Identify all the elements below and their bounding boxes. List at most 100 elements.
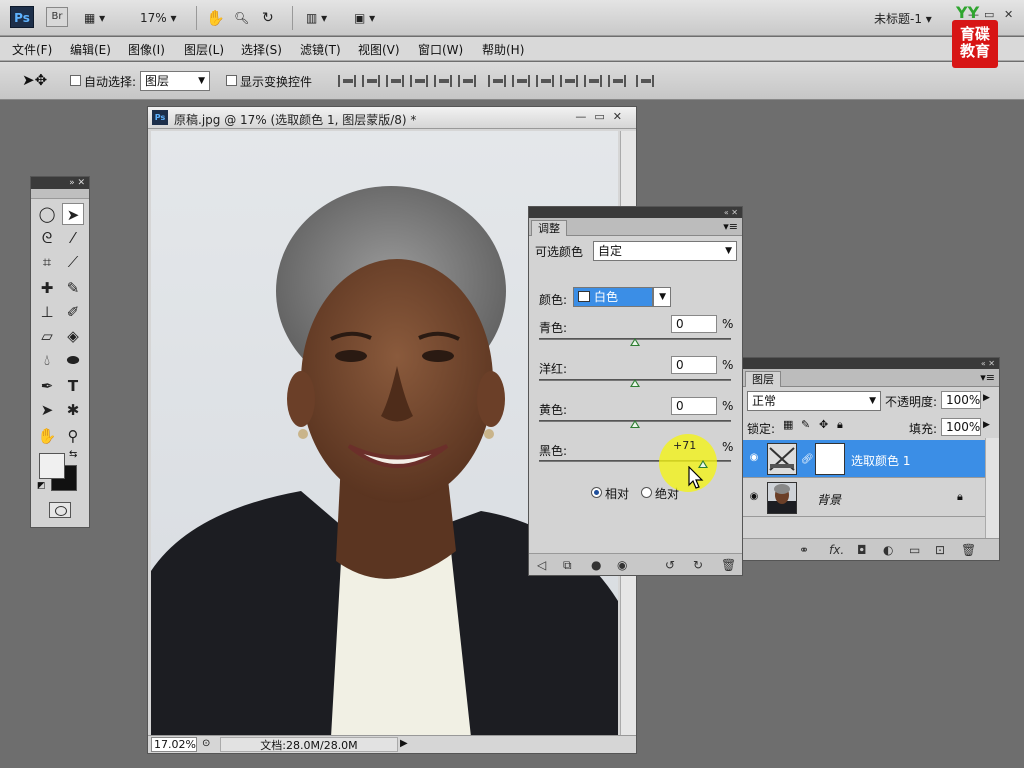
magic-wand-tool-icon[interactable]: ⁄: [62, 227, 84, 249]
layer-mask-thumbnail[interactable]: [815, 443, 845, 475]
tab-adjustments[interactable]: 调整: [531, 220, 567, 236]
lasso-tool-icon[interactable]: ᘓ: [36, 227, 58, 249]
menu-help[interactable]: 帮助(H): [482, 41, 524, 58]
layers-panel-strip[interactable]: « ✕: [743, 358, 999, 369]
fill-arrow-icon[interactable]: ▶: [983, 420, 990, 430]
move-tool-preset-icon[interactable]: ➤✥: [22, 71, 47, 89]
bridge-button[interactable]: Br: [46, 7, 68, 27]
blur-tool-icon[interactable]: 💧︎: [36, 349, 58, 371]
menu-layer[interactable]: 图层(L): [184, 41, 224, 58]
document-titlebar[interactable]: Ps 原稿.jpg @ 17% (选取颜色 1, 图层蒙版/8) * —▭✕: [148, 107, 636, 129]
menu-file[interactable]: 文件(F): [12, 41, 52, 58]
adjustments-panel-strip[interactable]: « ✕: [529, 207, 742, 218]
align-hcenter-icon[interactable]: [434, 75, 452, 87]
new-group-icon[interactable]: ▭: [909, 543, 920, 557]
lock-transparency-icon[interactable]: ▦: [783, 418, 793, 431]
close-icon[interactable]: ✕: [1004, 8, 1013, 21]
default-colors-icon[interactable]: ◩: [37, 481, 46, 491]
absolute-radio[interactable]: [641, 487, 652, 498]
zoom-level-menu[interactable]: 17% ▾: [140, 8, 177, 28]
visibility-eye-icon[interactable]: ◉: [617, 558, 627, 572]
add-mask-icon[interactable]: ◘: [857, 543, 867, 557]
magenta-slider-thumb[interactable]: [630, 379, 640, 387]
view-extras-icon[interactable]: ▦ ▾: [84, 8, 105, 28]
status-menu-arrow-icon[interactable]: ▶: [400, 738, 408, 749]
yellow-slider-thumb[interactable]: [630, 420, 640, 428]
menu-window[interactable]: 窗口(W): [418, 41, 463, 58]
align-bottom-icon[interactable]: [386, 75, 404, 87]
healing-brush-tool-icon[interactable]: ✚: [36, 277, 58, 299]
preset-dropdown[interactable]: 自定 ▼: [593, 241, 737, 261]
menu-view[interactable]: 视图(V): [358, 41, 400, 58]
hand-tool-icon[interactable]: ✋: [36, 425, 58, 447]
return-to-list-icon[interactable]: ◁: [537, 558, 546, 572]
move-tool-icon[interactable]: ➤: [62, 203, 84, 225]
paint-bucket-tool-icon[interactable]: ◈: [62, 325, 84, 347]
tools-panel-header[interactable]: » ✕: [31, 177, 89, 189]
crop-tool-icon[interactable]: ⌗: [36, 251, 58, 273]
clip-to-layer-icon[interactable]: ●: [591, 558, 601, 572]
eye-icon[interactable]: ◉: [747, 491, 761, 502]
rotate-view-icon[interactable]: ↻: [262, 8, 274, 28]
distribute-bottom-icon[interactable]: [536, 75, 554, 87]
eyedropper-tool-icon[interactable]: ⟋: [62, 251, 84, 273]
auto-select-checkbox[interactable]: [70, 75, 81, 86]
brush-tool-icon[interactable]: ✎: [62, 277, 84, 299]
cyan-slider-thumb[interactable]: [630, 338, 640, 346]
document-window-controls[interactable]: —▭✕: [575, 110, 630, 123]
zoom-field[interactable]: 17.02%: [151, 737, 197, 752]
color-dropdown[interactable]: 白色: [573, 287, 653, 307]
reset-icon[interactable]: ↻: [693, 558, 703, 572]
custom-shape-tool-icon[interactable]: ✱: [62, 399, 84, 421]
distribute-hcenter-icon[interactable]: [584, 75, 602, 87]
distribute-right-icon[interactable]: [608, 75, 626, 87]
panel-menu-icon[interactable]: ▾≡: [980, 371, 995, 384]
align-vcenter-icon[interactable]: [362, 75, 380, 87]
relative-radio[interactable]: [591, 487, 602, 498]
lock-all-icon[interactable]: 🔒︎: [837, 418, 843, 432]
eraser-tool-icon[interactable]: ▱: [36, 325, 58, 347]
layer-style-icon[interactable]: fx.: [829, 543, 844, 557]
distribute-left-icon[interactable]: [560, 75, 578, 87]
lock-position-icon[interactable]: ✥: [819, 418, 828, 431]
align-right-icon[interactable]: [458, 75, 476, 87]
zoom-tool-icon[interactable]: ⚲: [62, 425, 84, 447]
history-brush-tool-icon[interactable]: ✐: [62, 301, 84, 323]
marquee-tool-icon[interactable]: ◯: [36, 203, 58, 225]
pen-tool-icon[interactable]: ✒: [36, 375, 58, 397]
foreground-color-swatch[interactable]: [39, 453, 65, 479]
type-tool-icon[interactable]: T: [62, 375, 84, 397]
align-left-icon[interactable]: [410, 75, 428, 87]
auto-align-icon[interactable]: [636, 75, 654, 87]
status-options-icon[interactable]: ⊙: [202, 738, 210, 749]
dodge-tool-icon[interactable]: ⬬: [62, 349, 84, 371]
layer-row-selective-color[interactable]: ◉ 🔗︎ 选取颜色 1: [743, 440, 985, 478]
menu-select[interactable]: 选择(S): [241, 41, 282, 58]
new-layer-icon[interactable]: ⊡: [935, 543, 945, 557]
trash-icon[interactable]: 🗑︎: [961, 543, 976, 557]
align-top-icon[interactable]: [338, 75, 356, 87]
color-dropdown-arrow[interactable]: ▼: [653, 287, 671, 307]
auto-select-dropdown[interactable]: 图层 ▼: [140, 71, 210, 91]
layers-scrollbar[interactable]: [985, 438, 999, 538]
lock-pixels-icon[interactable]: ✎: [801, 418, 810, 431]
magenta-value-field[interactable]: 0: [671, 356, 717, 374]
fill-field[interactable]: 100%: [941, 418, 981, 436]
hand-tool-icon[interactable]: ✋: [206, 8, 225, 28]
zoom-tool-icon[interactable]: 🔍︎: [234, 8, 249, 28]
cyan-value-field[interactable]: 0: [671, 315, 717, 333]
blend-mode-dropdown[interactable]: 正常 ▼: [747, 391, 881, 411]
menu-edit[interactable]: 编辑(E): [70, 41, 111, 58]
distribute-top-icon[interactable]: [488, 75, 506, 87]
screen-mode-icon[interactable]: ▣ ▾: [354, 8, 375, 28]
mask-link-icon[interactable]: 🔗︎: [801, 454, 814, 465]
layer-row-background[interactable]: ◉ 背景 🔒︎: [743, 479, 985, 517]
trash-icon[interactable]: 🗑︎: [721, 558, 736, 572]
arrange-documents-icon[interactable]: ▥ ▾: [306, 8, 327, 28]
workspace-title[interactable]: 未标题-1 ▾: [874, 10, 932, 27]
tools-panel-grip[interactable]: [31, 189, 89, 199]
swap-colors-icon[interactable]: ⇆: [69, 449, 77, 460]
eye-icon[interactable]: ◉: [747, 452, 761, 463]
link-layers-icon[interactable]: ⚭: [799, 543, 809, 557]
menu-image[interactable]: 图像(I): [128, 41, 165, 58]
